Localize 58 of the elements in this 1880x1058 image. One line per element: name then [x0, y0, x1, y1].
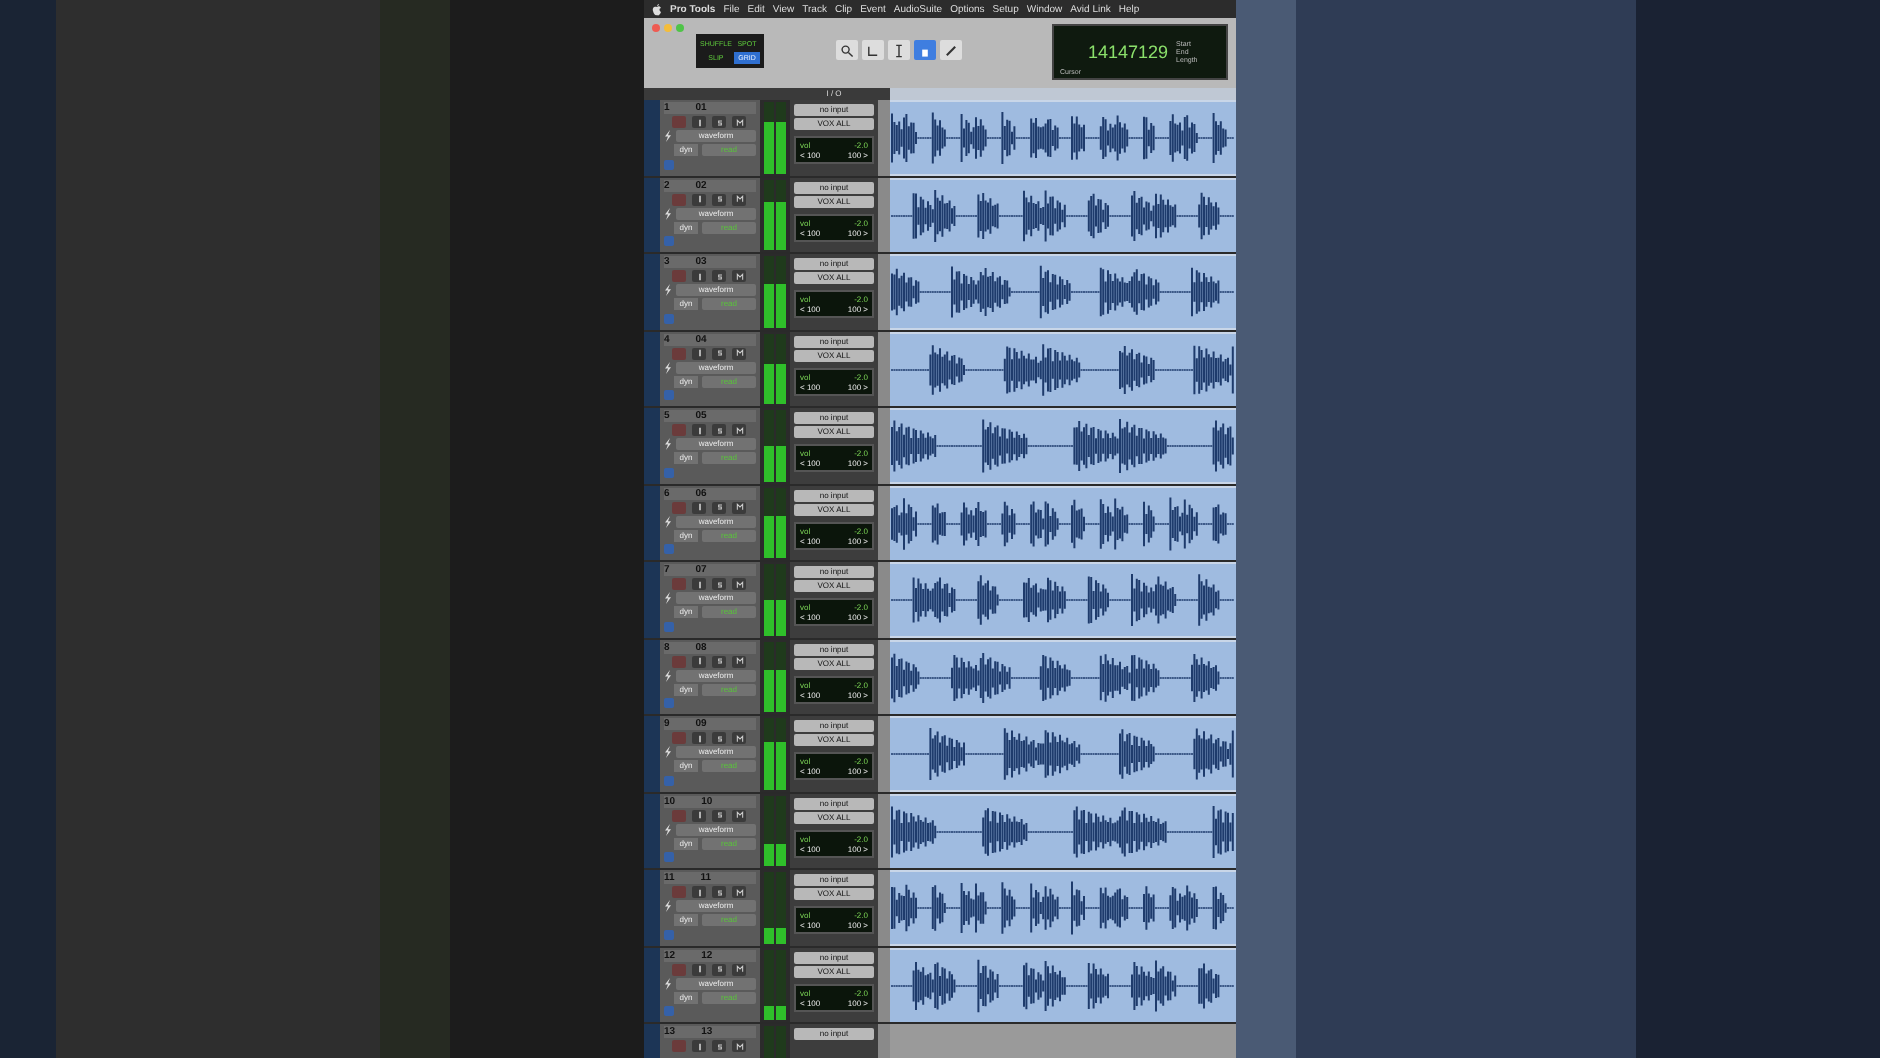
solo-button[interactable]: [712, 963, 726, 975]
mute-button[interactable]: [732, 655, 746, 667]
lightning-icon: [664, 900, 672, 912]
input-monitor-button[interactable]: [692, 501, 706, 513]
solo-button[interactable]: [712, 1040, 726, 1052]
lightning-icon: [664, 977, 672, 989]
counter-value: 14147129: [1088, 42, 1169, 62]
solo-button[interactable]: [712, 116, 726, 128]
solo-button[interactable]: [712, 193, 726, 205]
solo-button[interactable]: [712, 424, 726, 436]
input-monitor-button[interactable]: [692, 116, 706, 128]
apple-icon[interactable]: [652, 3, 662, 15]
input-monitor-button[interactable]: [692, 578, 706, 590]
lightning-icon: [664, 669, 672, 681]
grabber-icon[interactable]: [914, 40, 936, 60]
solo-button[interactable]: [712, 270, 726, 282]
lightning-icon: [664, 438, 672, 450]
lightning-icon: [664, 361, 672, 373]
lightning-icon: [664, 746, 672, 758]
solo-button[interactable]: [712, 886, 726, 898]
input-monitor-button[interactable]: [692, 193, 706, 205]
mute-button[interactable]: [732, 732, 746, 744]
lightning-icon: [664, 592, 672, 604]
mute-button[interactable]: [732, 501, 746, 513]
pencil-icon[interactable]: [940, 40, 962, 60]
input-monitor-button[interactable]: [692, 886, 706, 898]
mute-button[interactable]: [732, 809, 746, 821]
lightning-icon: [664, 823, 672, 835]
input-monitor-button[interactable]: [692, 732, 706, 744]
input-monitor-button[interactable]: [692, 809, 706, 821]
mute-button[interactable]: [732, 886, 746, 898]
solo-button[interactable]: [712, 347, 726, 359]
input-monitor-button[interactable]: [692, 424, 706, 436]
mute-button[interactable]: [732, 347, 746, 359]
mute-button[interactable]: [732, 424, 746, 436]
zoom-icon[interactable]: [836, 40, 858, 60]
input-monitor-button[interactable]: [692, 963, 706, 975]
solo-button[interactable]: [712, 732, 726, 744]
solo-button[interactable]: [712, 655, 726, 667]
lightning-icon: [664, 130, 672, 142]
mute-button[interactable]: [732, 578, 746, 590]
trim-icon[interactable]: [862, 40, 884, 60]
input-monitor-button[interactable]: [692, 347, 706, 359]
lightning-icon: [664, 207, 672, 219]
selector-icon[interactable]: [888, 40, 910, 60]
lightning-icon: [664, 515, 672, 527]
solo-button[interactable]: [712, 809, 726, 821]
mute-button[interactable]: [732, 963, 746, 975]
mute-button[interactable]: [732, 270, 746, 282]
solo-button[interactable]: [712, 578, 726, 590]
mute-button[interactable]: [732, 1040, 746, 1052]
input-monitor-button[interactable]: [692, 655, 706, 667]
mute-button[interactable]: [732, 193, 746, 205]
solo-button[interactable]: [712, 501, 726, 513]
input-monitor-button[interactable]: [692, 1040, 706, 1052]
mute-button[interactable]: [732, 116, 746, 128]
input-monitor-button[interactable]: [692, 270, 706, 282]
lightning-icon: [664, 284, 672, 296]
